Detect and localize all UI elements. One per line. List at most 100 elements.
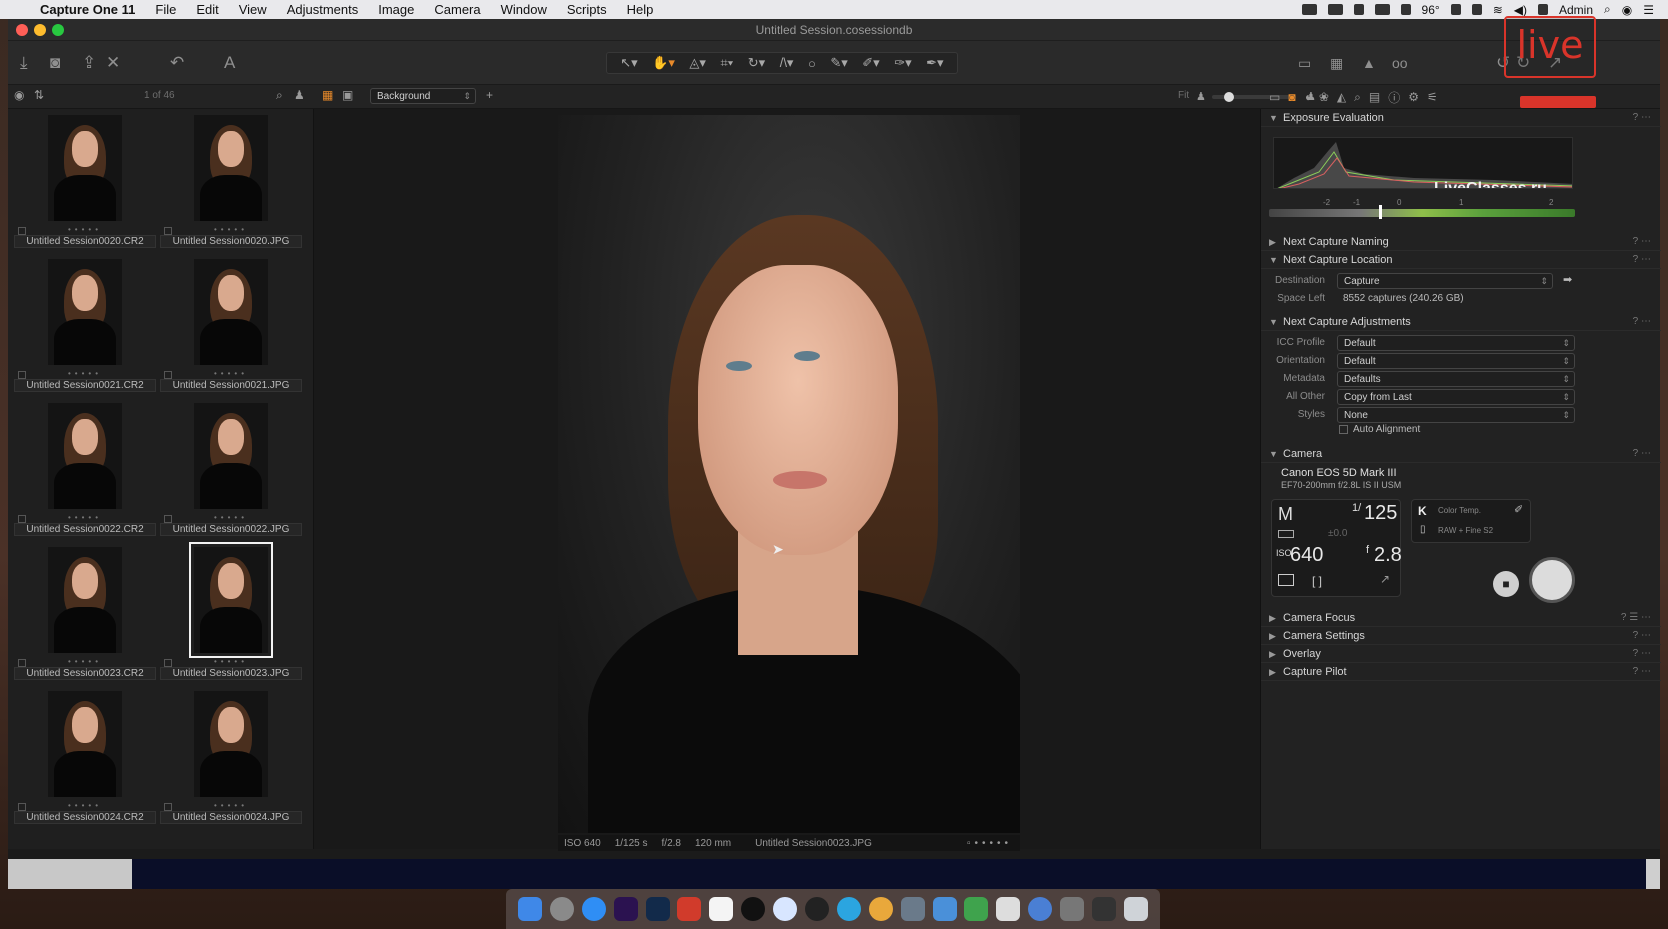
exposure-evaluation-header[interactable]: ▼ Exposure Evaluation ? ⋯ xyxy=(1261,109,1661,127)
keystone-tool-icon[interactable]: /\▾ xyxy=(780,55,794,71)
star-rating[interactable]: ••••• xyxy=(12,801,158,810)
status-icon[interactable] xyxy=(1327,4,1343,15)
wb-label[interactable]: Color Temp. xyxy=(1438,506,1481,515)
help-icon[interactable]: ? ⋯ xyxy=(1633,251,1651,269)
thumbnail[interactable]: ••••• Untitled Session0024.JPG xyxy=(158,685,304,825)
background-select[interactable]: Background xyxy=(370,88,476,104)
telegram-icon[interactable] xyxy=(836,897,861,921)
finder-icon[interactable] xyxy=(517,897,542,921)
capture-button[interactable] xyxy=(1529,557,1575,603)
help-icon[interactable]: ? ⋯ xyxy=(1633,109,1651,127)
help-icon[interactable]: ? ⋯ xyxy=(1633,663,1651,681)
import-icon[interactable]: ⤓ xyxy=(20,53,28,73)
help-icon[interactable]: ? ⋯ xyxy=(1633,645,1651,663)
single-view-icon[interactable]: ♟ xyxy=(1196,90,1206,103)
status-icon[interactable] xyxy=(1374,4,1390,15)
volume-icon[interactable]: ◀) xyxy=(1514,3,1527,17)
exposure-tab-icon[interactable]: ◭ xyxy=(1337,90,1346,104)
search-icon[interactable]: ⌕ xyxy=(1604,2,1611,17)
home-folder-icon[interactable] xyxy=(1060,897,1085,921)
adjustments-tab-icon[interactable]: ⚟ xyxy=(1427,90,1438,104)
fit-label[interactable]: Fit xyxy=(1178,90,1189,101)
destination-select[interactable]: Capture xyxy=(1337,273,1553,289)
info-app-icon[interactable] xyxy=(773,897,798,921)
metadata-select[interactable]: Defaults xyxy=(1337,371,1575,387)
search-icon[interactable]: ⌕ xyxy=(276,88,283,103)
cloud-icon[interactable] xyxy=(1471,4,1482,15)
eyedropper-icon[interactable]: ✐ xyxy=(1514,503,1523,516)
sort-icon[interactable]: ⇅ xyxy=(34,88,44,102)
process-icon[interactable]: ⇪ xyxy=(82,53,96,73)
spot-tool-icon[interactable]: ○ xyxy=(808,56,816,71)
star-rating[interactable]: ••••• xyxy=(158,513,304,522)
library-tab-icon[interactable]: ▭ xyxy=(1269,90,1280,104)
pan-tool-icon[interactable]: ✋▾ xyxy=(652,55,675,71)
drive-mode-icon[interactable] xyxy=(1278,574,1294,586)
list-view-icon[interactable]: ▣ xyxy=(342,88,353,102)
thumbnail[interactable]: ••••• Untitled Session0024.CR2 xyxy=(12,685,158,825)
camera-settings-header[interactable]: ▶ Camera Settings ? ⋯ xyxy=(1261,627,1661,645)
menu-user[interactable]: Admin xyxy=(1559,3,1593,17)
keynote-icon[interactable] xyxy=(932,897,957,921)
settings-tab-icon[interactable]: ⚙ xyxy=(1408,90,1419,104)
thumbnail[interactable]: ••••• Untitled Session0020.JPG xyxy=(158,109,304,249)
eyedropper-tool-icon[interactable]: ✑▾ xyxy=(894,55,911,71)
next-capture-naming-header[interactable]: ▶ Next Capture Naming ? ⋯ xyxy=(1261,233,1661,251)
thumbnail[interactable]: ••••• Untitled Session0020.CR2 xyxy=(12,109,158,249)
calendar-icon[interactable] xyxy=(709,897,734,921)
help-icon[interactable]: ? ☰ ⋯ xyxy=(1621,609,1651,627)
trash-icon[interactable] xyxy=(1123,897,1148,921)
loupe-tool-icon[interactable]: ◬▾ xyxy=(689,55,706,71)
overlay-icon[interactable]: ▦ xyxy=(1330,53,1343,73)
status-icon[interactable] xyxy=(1400,4,1411,15)
text-icon[interactable]: A xyxy=(224,53,235,73)
details-tab-icon[interactable]: ⌕ xyxy=(1354,90,1361,105)
menu-file[interactable]: File xyxy=(155,2,176,17)
thumbnail[interactable]: ••••• Untitled Session0022.JPG xyxy=(158,397,304,537)
focus-mode-icon[interactable]: ↗ xyxy=(1380,572,1390,586)
battery-readout[interactable]: 96° xyxy=(1422,3,1440,17)
app-store-icon[interactable] xyxy=(581,897,606,921)
picker-tool-icon[interactable]: ✐▾ xyxy=(862,55,879,71)
eye-icon[interactable]: ◉ xyxy=(14,88,24,102)
viewer-rating[interactable]: ▫••••• xyxy=(967,838,1012,849)
help-icon[interactable]: ? ⋯ xyxy=(1633,445,1651,463)
select-tool-icon[interactable]: ↖▾ xyxy=(620,55,637,71)
delete-icon[interactable]: ✕ xyxy=(106,53,120,73)
quicktime-icon[interactable] xyxy=(1028,897,1053,921)
person-icon[interactable]: ♟ xyxy=(294,88,305,102)
star-rating[interactable]: ••••• xyxy=(158,657,304,666)
aperture-value[interactable]: 2.8 xyxy=(1374,544,1402,567)
menu-app-name[interactable]: Capture One 11 xyxy=(40,2,135,17)
next-capture-adjustments-header[interactable]: ▼ Next Capture Adjustments ? ⋯ xyxy=(1261,313,1661,331)
menu-camera[interactable]: Camera xyxy=(434,2,480,17)
lens-tab-icon[interactable]: ◖ xyxy=(1304,90,1311,104)
numbers-icon[interactable] xyxy=(964,897,989,921)
output-tab-icon[interactable]: ▤ xyxy=(1369,90,1380,104)
zoom-window-button[interactable] xyxy=(52,24,64,36)
image-viewer[interactable]: ➤ ISO 640 1/125 s f/2.8 120 mm Untitled … xyxy=(314,109,1260,851)
star-rating[interactable]: ••••• xyxy=(158,801,304,810)
overlay-header[interactable]: ▶ Overlay ? ⋯ xyxy=(1261,645,1661,663)
menu-window[interactable]: Window xyxy=(501,2,547,17)
star-rating[interactable]: ••••• xyxy=(158,369,304,378)
menu-image[interactable]: Image xyxy=(378,2,414,17)
help-icon[interactable]: ? ⋯ xyxy=(1633,313,1651,331)
dropbox-icon[interactable] xyxy=(1450,4,1461,15)
camera-icon[interactable]: ◙ xyxy=(50,53,60,73)
menu-adjustments[interactable]: Adjustments xyxy=(287,2,359,17)
main-photo[interactable] xyxy=(558,115,1020,833)
red-app-icon[interactable] xyxy=(677,897,702,921)
premiere-icon[interactable] xyxy=(613,897,638,921)
exposure-warning-icon[interactable]: ▲ xyxy=(1362,53,1376,73)
menu-scripts[interactable]: Scripts xyxy=(567,2,607,17)
thumbnail[interactable]: ••••• Untitled Session0022.CR2 xyxy=(12,397,158,537)
lightroom-icon[interactable] xyxy=(645,897,670,921)
iso-value[interactable]: 640 xyxy=(1290,544,1323,567)
thumbnail[interactable]: ••••• Untitled Session0021.CR2 xyxy=(12,253,158,393)
auto-alignment-checkbox[interactable] xyxy=(1339,425,1348,434)
icc-profile-select[interactable]: Default xyxy=(1337,335,1575,351)
capture-tab-icon[interactable]: ◙ xyxy=(1288,90,1295,104)
crop-tool-icon[interactable]: ⌗▾ xyxy=(720,55,733,71)
shutter-value[interactable]: 125 xyxy=(1364,502,1397,525)
